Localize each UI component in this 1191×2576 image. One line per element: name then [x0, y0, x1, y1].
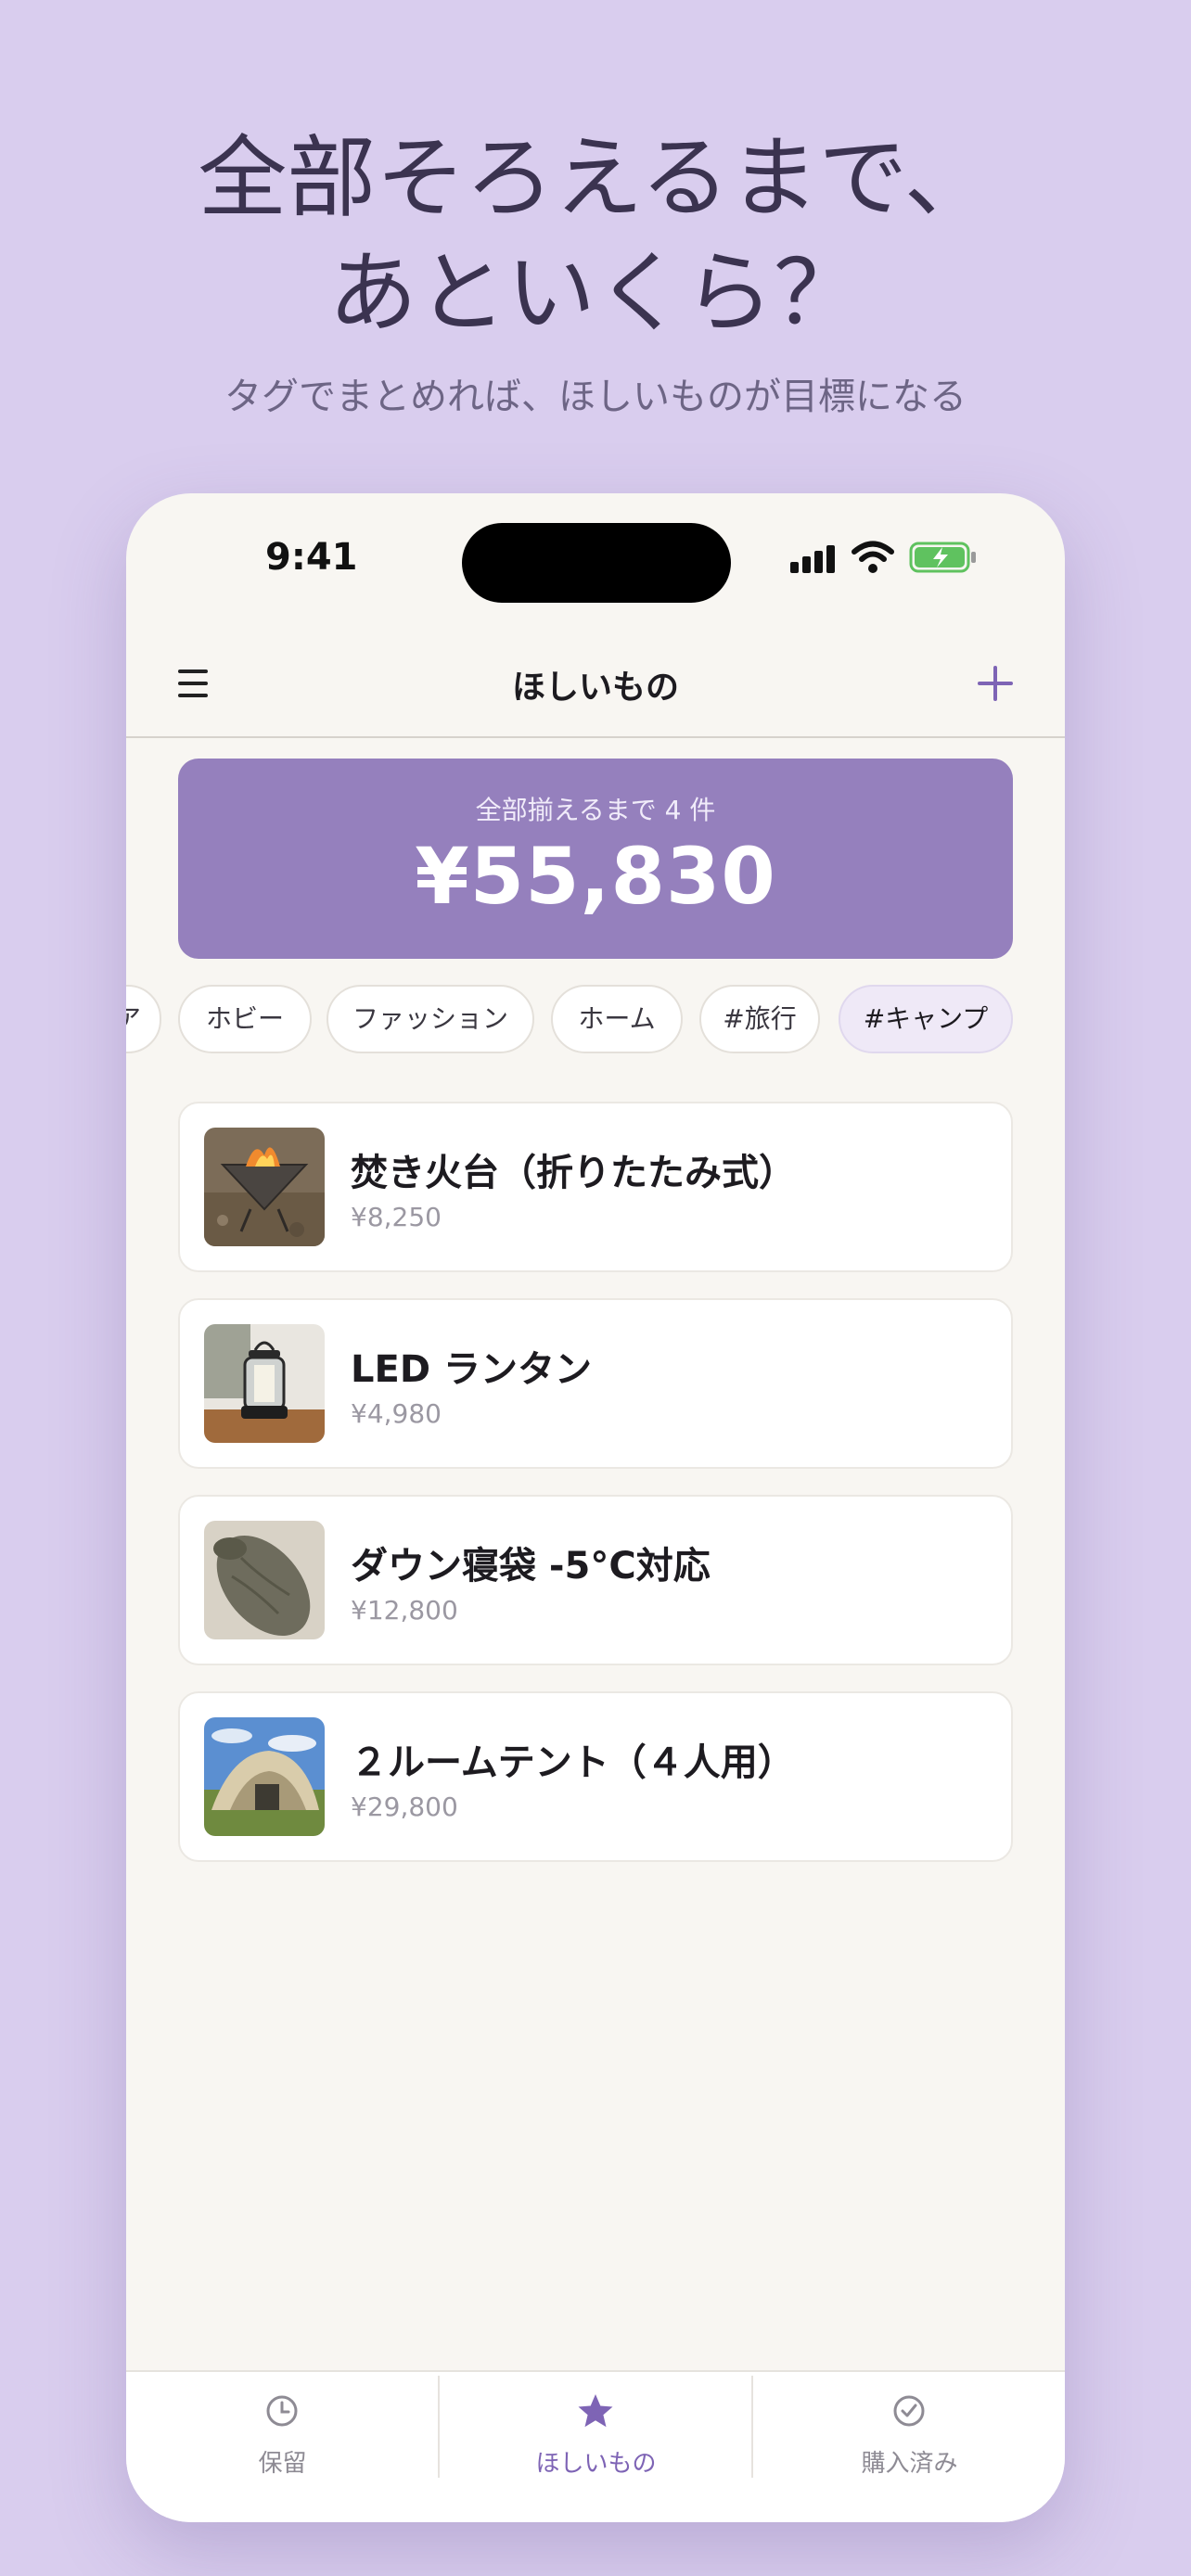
star-icon: [578, 2394, 613, 2428]
item-title: 焚き火台（折りたたみ式）: [351, 1152, 796, 1194]
item-thumbnail: [204, 1717, 325, 1836]
tag-chip-label: ア: [126, 1003, 141, 1034]
battery-icon: [909, 542, 976, 573]
tab-hold[interactable]: 保留: [126, 2372, 439, 2522]
tab-purchased[interactable]: 購入済み: [753, 2372, 1065, 2522]
tag-chip[interactable]: ア: [126, 985, 161, 1053]
item-price: ¥4,980: [351, 1398, 442, 1429]
tag-chip[interactable]: ファッション: [327, 985, 534, 1053]
wifi-icon: [852, 541, 894, 573]
tag-filter-bar[interactable]: ア ホビー ファッション ホーム #旅行 #キャンプ: [126, 985, 1065, 1055]
tag-chip-selected[interactable]: #キャンプ: [839, 985, 1013, 1053]
page-title: ほしいもの: [511, 669, 679, 707]
summary-label: 全部揃えるまで 4 件: [475, 795, 716, 825]
item-thumbnail: [204, 1324, 325, 1443]
add-item-button[interactable]: [976, 664, 1015, 703]
hero-subline: タグでまとめれば、ほしいものが目標になる: [224, 376, 967, 418]
list-item[interactable]: ２ルームテント（４人用） ¥29,800: [178, 1691, 1013, 1862]
item-thumbnail: [204, 1521, 325, 1639]
hero-headline-line2: あといくら？: [328, 241, 863, 345]
bottom-tab-bar: 保留 ほしいもの 購入済み: [126, 2370, 1065, 2522]
dynamic-island: [462, 523, 731, 603]
list-item[interactable]: LED ランタン ¥4,980: [178, 1298, 1013, 1469]
item-price: ¥8,250: [351, 1202, 442, 1232]
summary-card: 全部揃えるまで 4 件 ¥55,830: [178, 759, 1013, 959]
tag-chip-label: ホーム: [578, 1003, 656, 1034]
list-item[interactable]: ダウン寝袋 -5°C対応 ¥12,800: [178, 1495, 1013, 1665]
tag-chip[interactable]: ホビー: [178, 985, 312, 1053]
status-time: 9:41: [265, 536, 358, 579]
list-item[interactable]: 焚き火台（折りたたみ式） ¥8,250: [178, 1102, 1013, 1272]
item-price: ¥12,800: [351, 1595, 458, 1626]
summary-amount: ¥55,830: [415, 831, 776, 922]
tag-chip[interactable]: #旅行: [699, 985, 820, 1053]
hero-headline: 全部そろえるまで、 あといくら？: [0, 121, 1191, 351]
tag-chip-label: #キャンプ: [863, 1003, 989, 1034]
tag-chip-label: ホビー: [205, 1003, 284, 1034]
phone-frame: 9:41 ほしいもの 全部揃えるまで 4 件 ¥55,830 ア ホビー ファッ…: [126, 493, 1065, 2522]
item-price: ¥29,800: [351, 1792, 458, 1822]
clock-icon: [266, 2395, 298, 2427]
tag-chip-label: ファッション: [352, 1003, 508, 1034]
tab-label: 保留: [258, 2450, 307, 2478]
item-title: LED ランタン: [351, 1348, 592, 1391]
check-circle-icon: [893, 2395, 925, 2427]
tab-wishlist[interactable]: ほしいもの: [440, 2372, 752, 2522]
item-title: ２ルームテント（４人用）: [351, 1741, 795, 1784]
item-title: ダウン寝袋 -5°C対応: [351, 1545, 711, 1588]
tag-chip-label: #旅行: [723, 1003, 797, 1034]
tag-chip[interactable]: ホーム: [551, 985, 683, 1053]
tab-label: 購入済み: [861, 2450, 958, 2478]
hero-headline-line1: 全部そろえるまで、: [198, 126, 993, 230]
item-thumbnail: [204, 1128, 325, 1246]
tab-label: ほしいもの: [535, 2450, 657, 2478]
signal-icon: [790, 545, 837, 573]
top-nav-bar: ほしいもの: [126, 632, 1065, 738]
